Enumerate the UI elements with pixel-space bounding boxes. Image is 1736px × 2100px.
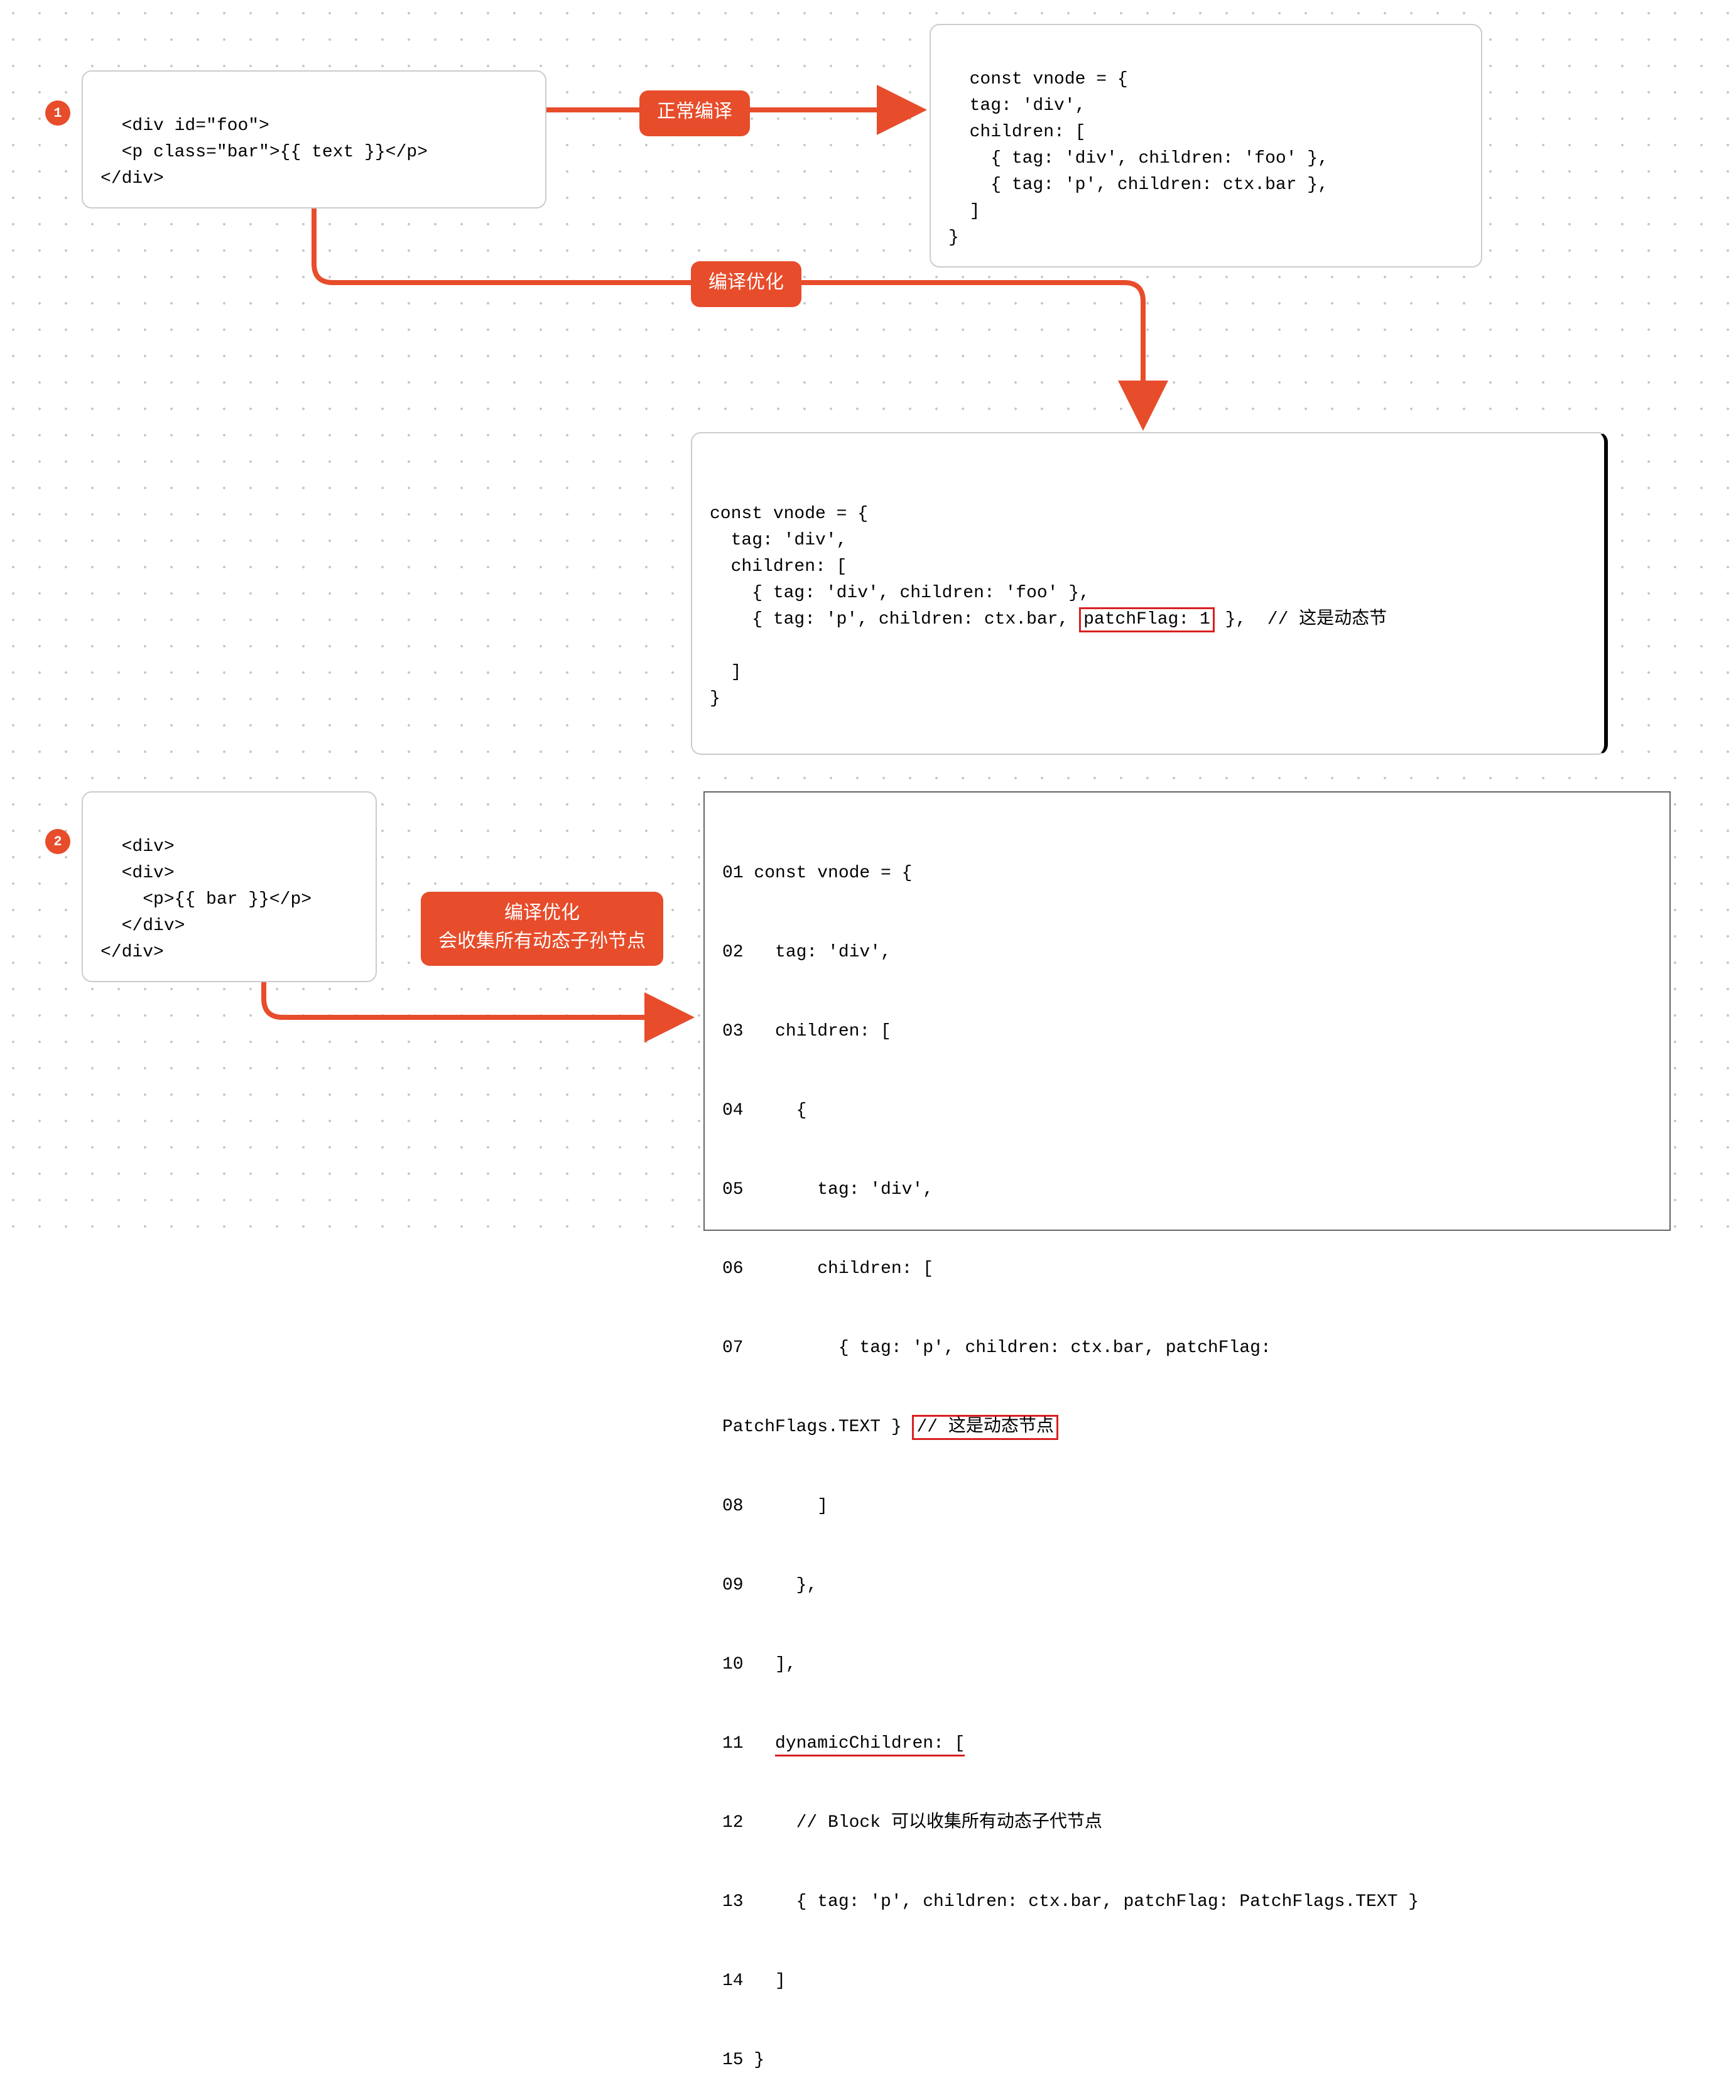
l11-wrap: 11 dynamicChildren: [ <box>722 1731 1652 1757</box>
badge-1-text: 1 <box>53 103 62 124</box>
l07b-wrap: PatchFlags.TEXT } // 这是动态节点 <box>722 1414 1652 1441</box>
dynamic-node-highlight: // 这是动态节点 <box>912 1415 1058 1440</box>
badge-2-text: 2 <box>53 831 62 852</box>
label-compile-opt: 编译优化 <box>691 261 801 307</box>
label-compile-opt-collect: 编译优化 会收集所有动态子孙节点 <box>421 892 663 966</box>
label-compile-opt-collect-text: 编译优化 会收集所有动态子孙节点 <box>438 904 646 953</box>
l07-wrap: 07 { tag: 'p', children: ctx.bar, patchF… <box>722 1335 1652 1361</box>
l15: 15 } <box>722 2047 1652 2074</box>
label-normal-compile-text: 正常编译 <box>657 102 732 124</box>
l14: 14 ] <box>722 1968 1652 1994</box>
vnode-normal-output: const vnode = { tag: 'div', children: [ … <box>930 24 1482 268</box>
vnode-optimized-output: const vnode = { tag: 'div', children: [ … <box>691 432 1608 755</box>
source-code-1-text: <div id="foo"> <p class="bar">{{ text }}… <box>100 116 428 188</box>
l06: 06 children: [ <box>722 1256 1652 1282</box>
l03: 03 children: [ <box>722 1019 1652 1045</box>
l08: 08 ] <box>722 1493 1652 1520</box>
l02: 02 tag: 'div', <box>722 939 1652 966</box>
l01: 01 const vnode = { <box>722 860 1652 887</box>
label-compile-opt-text: 编译优化 <box>708 273 784 295</box>
l10: 10 ], <box>722 1652 1652 1678</box>
patchflag-highlight: patchFlag: 1 <box>1079 607 1215 632</box>
l09: 09 }, <box>722 1572 1652 1599</box>
step-badge-2: 2 <box>45 829 70 854</box>
l04: 04 { <box>722 1098 1652 1124</box>
l12: 12 // Block 可以收集所有动态子代节点 <box>722 1810 1652 1836</box>
dynamic-children-underline: dynamicChildren: [ <box>775 1734 965 1756</box>
label-normal-compile: 正常编译 <box>639 90 750 136</box>
source-code-2: <div> <div> <p>{{ bar }}</p> </div> </di… <box>82 791 377 982</box>
source-code-2-text: <div> <div> <p>{{ bar }}</p> </div> </di… <box>100 837 312 962</box>
l05: 05 tag: 'div', <box>722 1177 1652 1203</box>
vnode-normal-output-text: const vnode = { tag: 'div', children: [ … <box>948 70 1328 247</box>
step-badge-1: 1 <box>45 100 70 126</box>
l13: 13 { tag: 'p', children: ctx.bar, patchF… <box>722 1889 1652 1915</box>
source-code-1: <div id="foo"> <p class="bar">{{ text }}… <box>82 70 546 208</box>
vnode-block-output: 01 const vnode = { 02 tag: 'div', 03 chi… <box>703 791 1671 1231</box>
vnode-optimized-text: const vnode = { tag: 'div', children: [ … <box>710 501 1587 712</box>
